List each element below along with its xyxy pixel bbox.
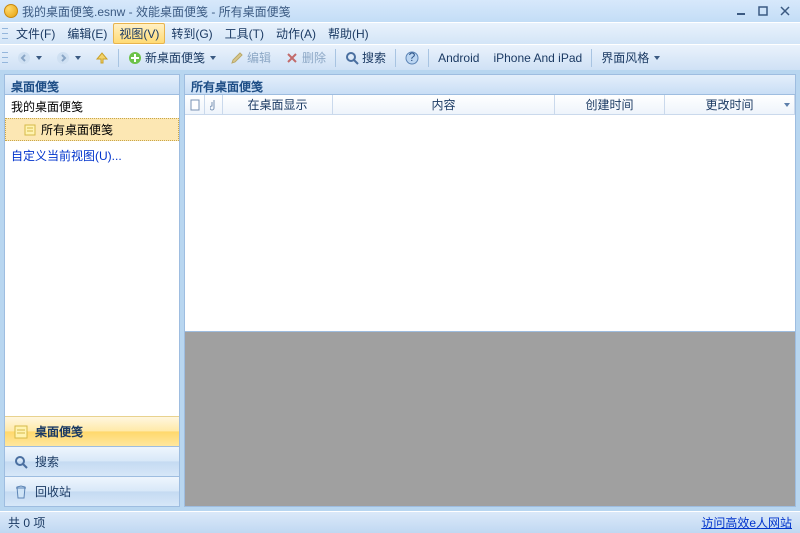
svg-text:?: ? [409, 51, 416, 64]
separator [591, 49, 592, 67]
android-button[interactable]: Android [431, 48, 486, 68]
nav-note[interactable]: 桌面便笺 [5, 416, 179, 446]
delete-button[interactable]: 删除 [278, 46, 333, 69]
grip-icon [2, 50, 8, 66]
table-header: 在桌面显示 内容 创建时间 更改时间 [185, 95, 795, 115]
iphone-button[interactable]: iPhone And iPad [486, 48, 589, 68]
forward-button[interactable] [49, 48, 88, 68]
chevron-down-icon [36, 56, 42, 60]
sidebar-header: 桌面便笺 [5, 75, 179, 95]
maximize-button[interactable] [752, 3, 774, 19]
edit-button[interactable]: 编辑 [223, 46, 278, 69]
table-body[interactable] [185, 115, 795, 331]
col-show[interactable]: 在桌面显示 [223, 95, 333, 114]
nav-search[interactable]: 搜索 [5, 446, 179, 476]
pencil-icon [230, 51, 244, 65]
search-icon [13, 454, 29, 470]
separator [335, 49, 336, 67]
col-attach[interactable] [205, 95, 223, 114]
toolbar: 新桌面便笺 编辑 删除 搜索 ? Android iPhone And iPad… [0, 44, 800, 70]
status-website-link[interactable]: 访问高效e人网站 [701, 514, 792, 531]
note-icon [13, 424, 29, 440]
delete-label: 删除 [302, 49, 326, 66]
separator [395, 49, 396, 67]
col-created[interactable]: 创建时间 [555, 95, 665, 114]
chevron-down-icon [210, 56, 216, 60]
menu-tools[interactable]: 工具(T) [219, 23, 270, 44]
tree-root[interactable]: 我的桌面便笺 [5, 95, 179, 118]
help-icon: ? [405, 51, 419, 65]
content-panel: 所有桌面便笺 在桌面显示 内容 创建时间 更改时间 [184, 74, 796, 507]
plus-icon [128, 51, 142, 65]
titlebar: 我的桌面便笺.esnw - 效能桌面便笺 - 所有桌面便笺 [0, 0, 800, 22]
menu-edit[interactable]: 编辑(E) [61, 23, 113, 44]
statusbar: 共 0 项 访问高效e人网站 [0, 511, 800, 533]
menu-action[interactable]: 动作(A) [270, 23, 322, 44]
chevron-down-icon [75, 56, 81, 60]
col-icon[interactable] [185, 95, 205, 114]
x-icon [285, 51, 299, 65]
grip-icon [2, 26, 8, 42]
up-button[interactable] [88, 48, 116, 68]
chevron-down-icon [654, 56, 660, 60]
sidebar-nav: 桌面便笺 搜索 回收站 [5, 416, 179, 506]
menu-view[interactable]: 视图(V) [113, 23, 165, 44]
main-area: 桌面便笺 我的桌面便笺 所有桌面便笺 自定义当前视图(U)... 桌面便笺 搜索… [0, 70, 800, 511]
sidebar: 桌面便笺 我的桌面便笺 所有桌面便笺 自定义当前视图(U)... 桌面便笺 搜索… [4, 74, 180, 507]
tree-all-label: 所有桌面便笺 [41, 121, 113, 138]
skin-button[interactable]: 界面风格 [594, 46, 667, 69]
sort-desc-icon [784, 103, 790, 107]
recycle-icon [13, 484, 29, 500]
new-note-label: 新桌面便笺 [145, 49, 205, 66]
close-button[interactable] [774, 3, 796, 19]
sidebar-tree[interactable]: 我的桌面便笺 所有桌面便笺 自定义当前视图(U)... [5, 95, 179, 416]
content-header: 所有桌面便笺 [185, 75, 795, 95]
app-icon [4, 4, 18, 18]
menu-file[interactable]: 文件(F) [10, 23, 61, 44]
back-button[interactable] [10, 48, 49, 68]
help-button[interactable]: ? [398, 48, 426, 68]
window-title: 我的桌面便笺.esnw - 效能桌面便笺 - 所有桌面便笺 [22, 3, 730, 20]
separator [428, 49, 429, 67]
edit-label: 编辑 [247, 49, 271, 66]
new-note-button[interactable]: 新桌面便笺 [121, 46, 223, 69]
separator [118, 49, 119, 67]
menubar: 文件(F) 编辑(E) 视图(V) 转到(G) 工具(T) 动作(A) 帮助(H… [0, 22, 800, 44]
minimize-button[interactable] [730, 3, 752, 19]
nav-recycle[interactable]: 回收站 [5, 476, 179, 506]
search-button[interactable]: 搜索 [338, 46, 393, 69]
customize-view-link[interactable]: 自定义当前视图(U)... [5, 141, 179, 167]
col-body[interactable]: 内容 [333, 95, 555, 114]
note-icon [23, 123, 37, 137]
menu-help[interactable]: 帮助(H) [322, 23, 375, 44]
col-modified[interactable]: 更改时间 [665, 95, 795, 114]
page-icon [190, 99, 200, 111]
search-icon [345, 51, 359, 65]
clip-icon [210, 99, 218, 111]
preview-pane [185, 331, 795, 506]
search-label: 搜索 [362, 49, 386, 66]
menu-goto[interactable]: 转到(G) [165, 23, 218, 44]
status-count: 共 0 项 [8, 514, 45, 531]
tree-all-notes[interactable]: 所有桌面便笺 [5, 118, 179, 141]
